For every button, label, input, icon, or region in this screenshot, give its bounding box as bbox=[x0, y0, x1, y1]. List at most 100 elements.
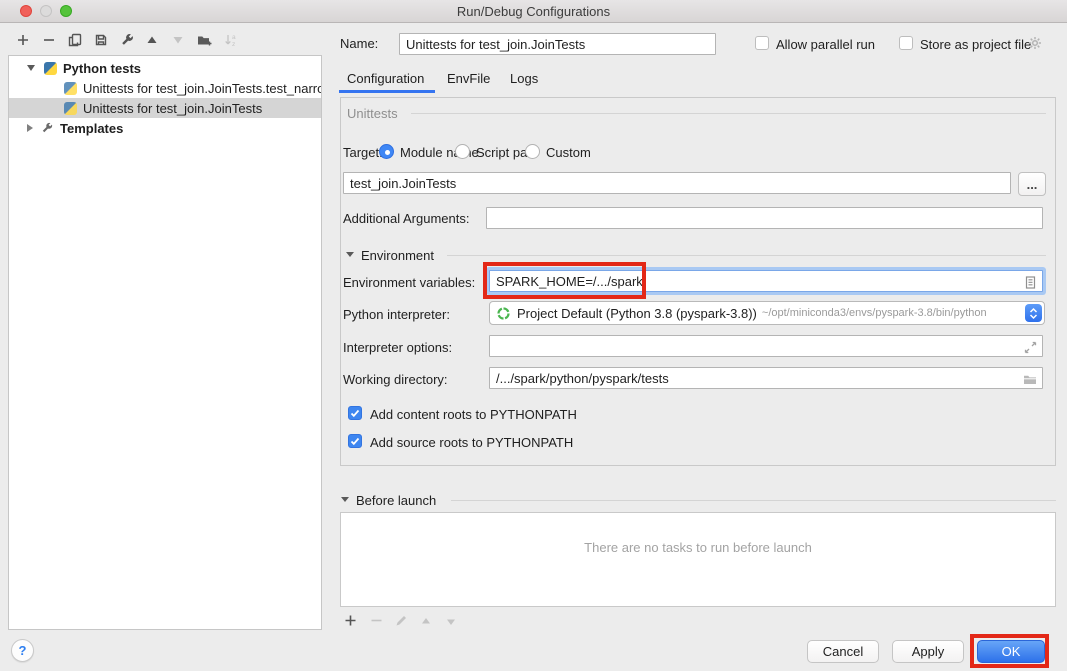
edit-environment-variables-button[interactable] bbox=[1021, 273, 1039, 291]
target-label: Target: bbox=[343, 145, 383, 160]
edit-task-button bbox=[392, 611, 410, 629]
window-title: Run/Debug Configurations bbox=[0, 4, 1067, 19]
ok-button[interactable]: OK bbox=[977, 640, 1045, 663]
tab-logs[interactable]: Logs bbox=[510, 71, 538, 86]
store-options-gear-button bbox=[1026, 34, 1044, 52]
python-interpreter-label: Python interpreter: bbox=[343, 307, 450, 322]
move-task-up-button bbox=[417, 612, 435, 630]
cancel-button[interactable]: Cancel bbox=[807, 640, 879, 663]
tree-item-python-tests[interactable]: Python tests bbox=[9, 58, 321, 78]
chevron-down-icon[interactable] bbox=[27, 65, 35, 71]
target-custom-radio[interactable] bbox=[525, 144, 540, 159]
section-separator bbox=[447, 255, 1046, 256]
expand-icon bbox=[1023, 340, 1038, 355]
environment-collapse-icon[interactable] bbox=[346, 252, 354, 257]
edit-templates-button[interactable] bbox=[118, 31, 136, 49]
help-button[interactable]: ? bbox=[11, 639, 34, 662]
additional-arguments-label: Additional Arguments: bbox=[343, 211, 469, 226]
add-content-roots-label: Add content roots to PYTHONPATH bbox=[370, 407, 577, 422]
save-icon bbox=[93, 32, 109, 48]
section-separator bbox=[411, 113, 1046, 114]
tree-item-templates[interactable]: Templates bbox=[9, 118, 321, 138]
configurations-tree: Python tests Unittests for test_join.Joi… bbox=[8, 55, 322, 630]
additional-arguments-input[interactable] bbox=[486, 207, 1043, 229]
arrow-down-icon bbox=[444, 615, 458, 628]
minus-icon bbox=[369, 613, 384, 628]
copy-configuration-button[interactable] bbox=[66, 31, 84, 49]
store-as-project-file-label: Store as project file bbox=[920, 37, 1031, 52]
browse-module-button[interactable]: ... bbox=[1018, 172, 1046, 196]
title-bar: Run/Debug Configurations bbox=[0, 0, 1067, 23]
target-module-name-radio[interactable] bbox=[379, 144, 394, 159]
copy-icon bbox=[67, 32, 83, 48]
arrow-down-icon bbox=[170, 32, 186, 48]
before-launch-section-label: Before launch bbox=[356, 493, 436, 508]
name-label: Name: bbox=[340, 36, 378, 51]
before-launch-task-list bbox=[340, 512, 1056, 607]
check-icon bbox=[349, 407, 361, 419]
environment-variables-label: Environment variables: bbox=[343, 275, 475, 290]
working-directory-input[interactable] bbox=[489, 367, 1043, 389]
arrow-up-icon bbox=[419, 615, 433, 628]
remove-task-button bbox=[367, 611, 385, 629]
name-input[interactable] bbox=[399, 33, 716, 55]
section-separator bbox=[451, 500, 1056, 501]
apply-button[interactable]: Apply bbox=[892, 640, 964, 663]
python-interpreter-select[interactable]: Project Default (Python 3.8 (pyspark-3.8… bbox=[489, 301, 1045, 325]
target-custom-label: Custom bbox=[546, 145, 591, 160]
browse-working-directory-button[interactable] bbox=[1021, 370, 1039, 388]
unittests-section-label: Unittests bbox=[347, 106, 398, 121]
python-interpreter-name: Project Default (Python 3.8 (pyspark-3.8… bbox=[517, 306, 757, 321]
before-launch-collapse-icon[interactable] bbox=[341, 497, 349, 502]
tree-item-label: Unittests for test_join.JoinTests bbox=[83, 101, 262, 116]
remove-configuration-button[interactable] bbox=[40, 31, 58, 49]
interpreter-options-input[interactable] bbox=[489, 335, 1043, 357]
plus-icon bbox=[343, 613, 358, 628]
arrow-up-icon bbox=[144, 32, 160, 48]
move-down-button bbox=[169, 31, 187, 49]
target-script-path-radio[interactable] bbox=[455, 144, 470, 159]
wrench-icon bbox=[119, 32, 135, 48]
add-source-roots-checkbox[interactable] bbox=[348, 434, 362, 448]
sort-az-icon: az bbox=[223, 32, 239, 48]
tab-envfile[interactable]: EnvFile bbox=[447, 71, 490, 86]
run-debug-configurations-dialog: Run/Debug Configurations az Python tests… bbox=[0, 0, 1067, 671]
environment-variables-input[interactable] bbox=[489, 270, 1043, 292]
move-task-down-button bbox=[442, 612, 460, 630]
expand-interpreter-options-button[interactable] bbox=[1021, 338, 1039, 356]
tree-item-label: Templates bbox=[60, 121, 123, 136]
add-configuration-button[interactable] bbox=[14, 31, 32, 49]
tree-item-unittest-jointests[interactable]: Unittests for test_join.JoinTests bbox=[9, 98, 321, 118]
interpreter-options-label: Interpreter options: bbox=[343, 340, 452, 355]
gear-icon bbox=[1027, 35, 1043, 51]
plus-icon bbox=[15, 32, 31, 48]
add-content-roots-checkbox[interactable] bbox=[348, 406, 362, 420]
check-icon bbox=[349, 435, 361, 447]
python-run-configuration-icon bbox=[64, 82, 77, 95]
store-as-project-file-checkbox[interactable] bbox=[899, 36, 913, 50]
create-folder-button[interactable] bbox=[195, 31, 213, 49]
active-tab-indicator bbox=[339, 90, 435, 93]
before-launch-empty-message: There are no tasks to run before launch bbox=[340, 540, 1056, 555]
module-name-input[interactable] bbox=[343, 172, 1011, 194]
python-interpreter-path: ~/opt/miniconda3/envs/pyspark-3.8/bin/py… bbox=[762, 307, 987, 319]
folder-icon bbox=[1022, 372, 1038, 386]
svg-text:a: a bbox=[232, 34, 236, 41]
tree-item-unittest-narrow[interactable]: Unittests for test_join.JoinTests.test_n… bbox=[9, 78, 321, 98]
move-up-button[interactable] bbox=[143, 31, 161, 49]
chevron-right-icon[interactable] bbox=[27, 124, 33, 132]
minus-icon bbox=[41, 32, 57, 48]
dropdown-stepper-icon[interactable] bbox=[1025, 304, 1042, 322]
sort-configurations-button: az bbox=[222, 31, 240, 49]
save-configuration-button[interactable] bbox=[92, 31, 110, 49]
folder-plus-icon bbox=[196, 32, 213, 48]
tree-item-label: Python tests bbox=[63, 61, 141, 76]
list-icon bbox=[1023, 275, 1038, 290]
templates-wrench-icon bbox=[40, 121, 54, 135]
conda-environment-icon bbox=[496, 306, 511, 321]
environment-section-label: Environment bbox=[361, 248, 434, 263]
svg-text:z: z bbox=[232, 41, 235, 48]
add-task-button[interactable] bbox=[341, 611, 359, 629]
tab-configuration[interactable]: Configuration bbox=[347, 71, 424, 86]
allow-parallel-run-checkbox[interactable] bbox=[755, 36, 769, 50]
